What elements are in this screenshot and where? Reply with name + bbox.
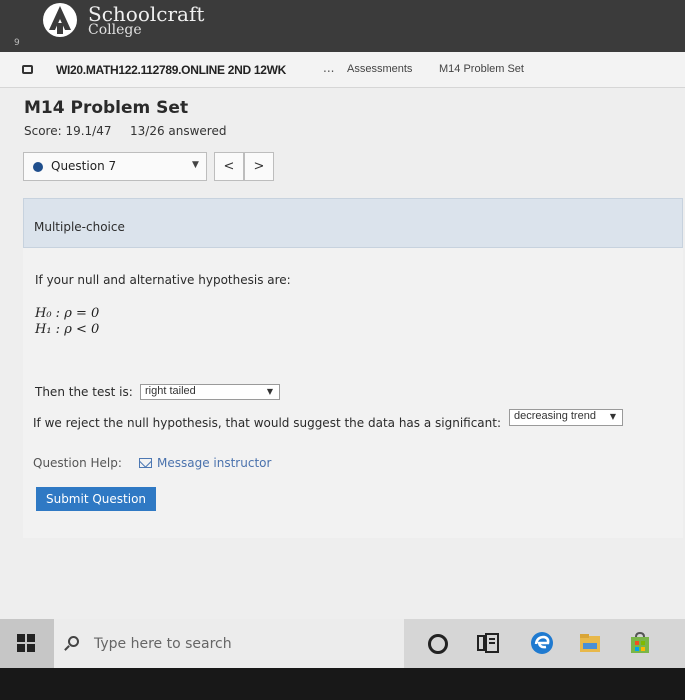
chevron-down-icon: ▼	[266, 387, 273, 396]
test-type-select[interactable]: right tailed ▼	[140, 384, 280, 400]
question-status-dot	[33, 162, 43, 172]
breadcrumb-assessments[interactable]: Assessments	[347, 63, 412, 75]
windows-taskbar: Type here to search	[0, 619, 685, 668]
question-selector-label: Question 7	[51, 159, 117, 173]
search-placeholder: Type here to search	[94, 636, 232, 652]
previous-question-button[interactable]: <	[214, 152, 244, 181]
question-body: If your null and alternative hypothesis …	[23, 248, 683, 538]
mail-icon	[139, 458, 152, 468]
alternative-hypothesis: H₁ : ρ < 0	[35, 322, 100, 337]
test-type-label: Then the test is:	[35, 385, 133, 399]
college-logo-icon	[43, 3, 77, 37]
logo-subtitle: College	[88, 22, 142, 38]
breadcrumb-course[interactable]: WI20.MATH122.112789.ONLINE 2ND 12WK	[56, 63, 286, 77]
search-icon	[68, 636, 79, 647]
windows-logo-icon	[17, 634, 35, 652]
chevron-down-icon: ▼	[609, 412, 616, 421]
screen: Schoolcraft College 9 WI20.MATH122.11278…	[0, 0, 685, 668]
question-help-label: Question Help:	[33, 456, 122, 470]
question-selector[interactable]: Question 7 ▼	[23, 152, 207, 181]
score-text: Score: 19.1/47	[24, 124, 112, 138]
breadcrumb: WI20.MATH122.112789.ONLINE 2ND 12WK ... …	[0, 52, 685, 88]
submit-question-button[interactable]: Submit Question	[36, 487, 156, 511]
page-title: M14 Problem Set	[24, 98, 189, 118]
trend-select[interactable]: decreasing trend ▼	[509, 409, 623, 426]
site-header: Schoolcraft College 9	[0, 0, 685, 52]
message-instructor-link[interactable]: Message instructor	[157, 456, 271, 470]
taskbar-search[interactable]: Type here to search	[54, 619, 404, 668]
breadcrumb-current: M14 Problem Set	[439, 63, 524, 75]
cortana-icon[interactable]	[428, 634, 448, 654]
question-prompt: If your null and alternative hypothesis …	[35, 273, 291, 287]
test-type-value: right tailed	[145, 385, 196, 397]
chevron-down-icon: ▼	[192, 160, 199, 170]
trend-value: decreasing trend	[514, 410, 596, 422]
next-question-button[interactable]: >	[244, 152, 274, 181]
reject-label: If we reject the null hypothesis, that w…	[33, 416, 502, 430]
question-type-label: Multiple-choice	[34, 220, 125, 234]
null-hypothesis: H₀ : ρ = 0	[35, 306, 100, 321]
course-icon	[22, 65, 33, 74]
breadcrumb-ellipsis[interactable]: ...	[323, 61, 334, 75]
store-icon[interactable]	[628, 631, 652, 655]
edge-browser-icon[interactable]	[530, 631, 554, 655]
answered-count: 13/26 answered	[130, 124, 227, 138]
file-explorer-icon[interactable]	[578, 631, 602, 655]
corner-glyph: 9	[14, 38, 20, 48]
task-view-icon[interactable]	[476, 631, 500, 655]
question-type-bar: Multiple-choice	[23, 198, 683, 248]
start-button[interactable]	[0, 619, 54, 668]
